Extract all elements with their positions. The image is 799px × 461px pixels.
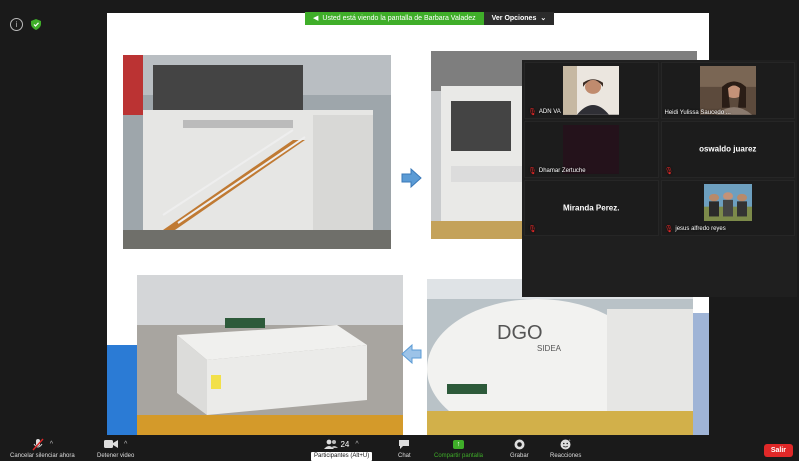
- participant-video: [563, 66, 620, 115]
- record-label: Grabar: [510, 453, 529, 459]
- participant-label: 🎙 Dhamar Zertuche: [528, 167, 586, 175]
- participant-tile[interactable]: 🎙 ADN VA: [524, 62, 659, 119]
- microphone-muted-icon: 🎙: [664, 167, 674, 175]
- chevron-up-icon[interactable]: ^: [124, 441, 127, 448]
- participant-tile[interactable]: 🎙 jesus alfredo reyes: [660, 179, 795, 237]
- leave-button[interactable]: Salir: [763, 444, 793, 457]
- participants-icon: [324, 439, 339, 449]
- view-options-label: Ver Opciones: [491, 15, 537, 22]
- participant-tile[interactable]: 🎙 Dhamar Zertuche: [524, 120, 659, 178]
- microphone-muted-icon: 🎙: [528, 108, 537, 116]
- participant-name: jesus alfredo reyes: [675, 226, 726, 233]
- svg-text:+: +: [568, 438, 571, 443]
- participant-label: 🎙: [528, 225, 537, 233]
- reactions-button[interactable]: + Reacciones: [550, 436, 581, 461]
- svg-text:DGO: DGO: [497, 322, 543, 344]
- participant-name: Heidi Yulissa Saucedo ...: [664, 109, 731, 116]
- screen-share-banner: ◀ Usted está viendo la pantalla de Barba…: [305, 12, 555, 25]
- microphone-muted-icon: 🎙: [664, 226, 674, 234]
- participant-name: ADN VA: [538, 108, 561, 115]
- chat-label: Chat: [398, 453, 411, 459]
- shield-icon[interactable]: [31, 19, 41, 30]
- photo-sidea-building: DGO SIDEA: [427, 279, 693, 435]
- participant-name: oswaldo juarez: [699, 144, 757, 154]
- reactions-label: Reacciones: [550, 453, 582, 459]
- participant-tile[interactable]: Miranda Perez. 🎙: [524, 179, 659, 237]
- chevron-down-icon: ⌄: [540, 15, 547, 22]
- share-screen-icon: ◀: [313, 15, 319, 22]
- record-button[interactable]: Grabar: [510, 436, 529, 461]
- participant-tile[interactable]: oswaldo juarez 🎙: [660, 120, 795, 178]
- participant-gallery[interactable]: 🎙 ADN VA Heidi Yulissa Saucedo ... 🎙 Dha…: [522, 60, 797, 297]
- photo-building-stairs: [123, 55, 391, 249]
- participant-label: 🎙 ADN VA: [528, 108, 561, 116]
- stop-video-button[interactable]: ^ Detener video: [97, 436, 134, 461]
- share-message-text: Usted está viendo la pantalla de Barbara…: [322, 15, 476, 22]
- participant-video: [703, 183, 752, 222]
- share-message: ◀ Usted está viendo la pantalla de Barba…: [305, 12, 484, 25]
- participant-label: 🎙: [665, 167, 674, 175]
- participant-name: Miranda Perez.: [563, 203, 620, 213]
- mute-button[interactable]: ^ Cancelar silenciar ahora: [10, 436, 75, 461]
- participants-tooltip: Participantes (Alt+U): [311, 452, 373, 461]
- reactions-icon: +: [560, 438, 571, 450]
- participant-name: Dhamar Zertuche: [538, 167, 586, 174]
- share-screen-label: Compartir pantalla: [434, 453, 484, 459]
- microphone-muted-icon: [32, 438, 44, 450]
- meeting-info-area: i: [10, 18, 41, 31]
- microphone-muted-icon: 🎙: [528, 226, 537, 234]
- info-icon[interactable]: i: [10, 18, 23, 31]
- chevron-up-icon[interactable]: ^: [50, 441, 53, 448]
- chat-icon: [399, 439, 410, 449]
- svg-text:SIDEA: SIDEA: [537, 344, 562, 353]
- meeting-toolbar: ^ Cancelar silenciar ahora ^ Detener vid…: [0, 435, 799, 461]
- chat-button[interactable]: Chat: [398, 436, 411, 461]
- microphone-muted-icon: 🎙: [528, 167, 537, 175]
- view-options-button[interactable]: Ver Opciones ⌄: [483, 12, 555, 25]
- camera-icon: [104, 440, 119, 448]
- participants-button[interactable]: 24 ^ Participantes (Alt+U): [311, 436, 373, 461]
- participants-count: 24: [340, 439, 350, 449]
- stop-video-label: Detener video: [97, 453, 135, 459]
- share-arrow-icon: ↑: [453, 439, 465, 449]
- participant-label: 🎙 jesus alfredo reyes: [665, 225, 726, 233]
- photo-water-tank: [137, 275, 403, 435]
- participant-label: Heidi Yulissa Saucedo ...: [665, 110, 731, 116]
- participant-tile[interactable]: Heidi Yulissa Saucedo ...: [660, 62, 795, 119]
- arrow-right-icon: [401, 167, 422, 189]
- share-screen-button[interactable]: ↑ Compartir pantalla: [434, 436, 483, 461]
- arrow-left-icon: [401, 343, 422, 365]
- record-icon: [514, 439, 525, 449]
- mute-label: Cancelar silenciar ahora: [10, 453, 75, 459]
- participant-video: [699, 66, 756, 115]
- chevron-up-icon[interactable]: ^: [355, 441, 358, 448]
